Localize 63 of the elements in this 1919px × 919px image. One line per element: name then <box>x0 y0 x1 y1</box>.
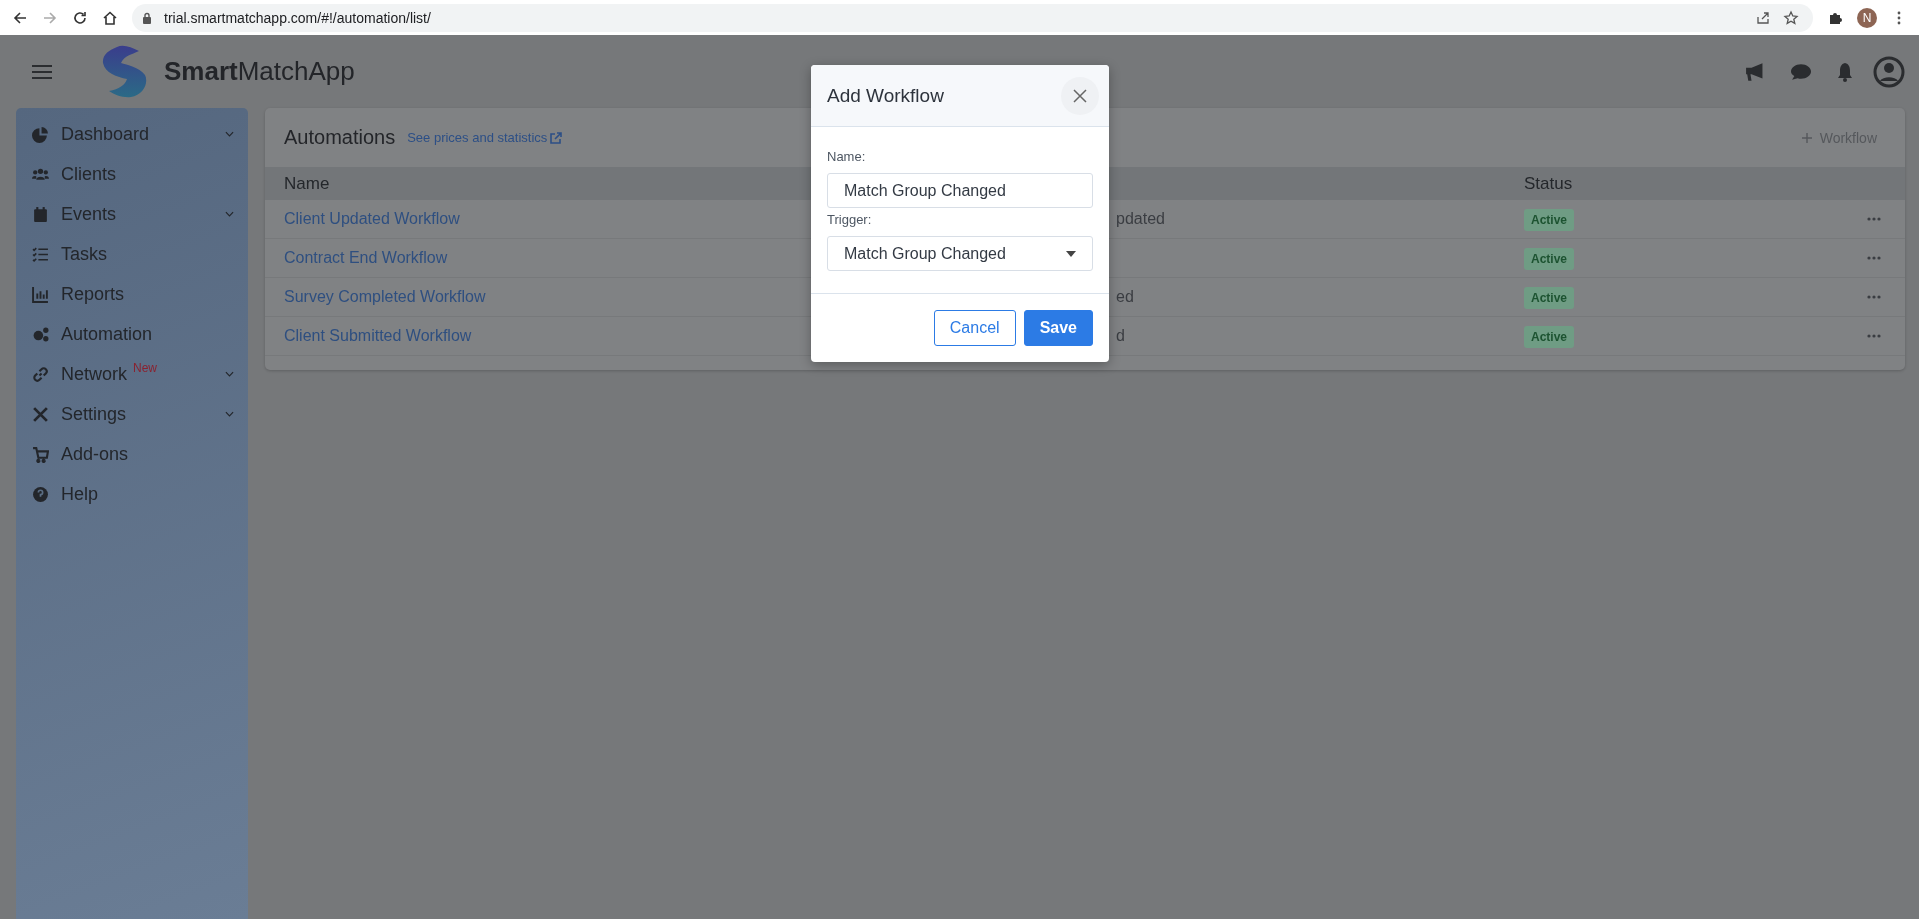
link-icon <box>32 365 49 383</box>
sidebar-item[interactable]: Dashboard <box>16 114 248 154</box>
more-icon[interactable] <box>1867 256 1881 260</box>
share-icon[interactable] <box>1755 9 1771 26</box>
workflow-link[interactable]: Client Submitted Workflow <box>284 327 472 344</box>
column-header: Status <box>1524 173 1573 193</box>
dialog-title: Add Workflow <box>827 84 944 107</box>
calendar-icon <box>32 205 49 223</box>
forward-icon[interactable] <box>42 9 58 26</box>
more-icon[interactable] <box>1867 295 1881 299</box>
field-label: Trigger: <box>827 212 873 227</box>
back-icon[interactable] <box>12 9 28 26</box>
checklist-icon <box>32 245 49 263</box>
address-bar[interactable]: trial.smartmatchapp.com/#!/automation/list/ <box>132 3 1813 32</box>
status-badge: Active <box>1524 209 1575 231</box>
sidebar-item[interactable]: Events <box>16 194 248 234</box>
bar-chart-icon <box>32 285 49 303</box>
url-text: trial.smartmatchapp.com/#!/automation/list/ <box>164 9 431 26</box>
sidebar-item[interactable]: Help <box>16 474 248 514</box>
star-icon[interactable] <box>1783 9 1799 26</box>
sidebar-item[interactable]: Clients <box>16 154 248 194</box>
sidebar-item[interactable]: Network $^{New}$ <box>16 354 248 394</box>
new-label: New <box>133 361 158 375</box>
sidebar-item[interactable]: Settings <box>16 394 248 434</box>
cart-icon <box>32 445 49 463</box>
app-name: SmartMatchApp <box>164 56 355 87</box>
external-link-icon <box>550 131 563 144</box>
help-icon <box>32 485 49 503</box>
more-icon[interactable] <box>1867 334 1881 338</box>
prices-link[interactable]: See prices and statistics <box>407 130 563 145</box>
table-cell: d <box>1116 327 1125 344</box>
profile-avatar[interactable]: N <box>1857 7 1877 28</box>
workflow-link[interactable]: Client Updated Workflow <box>284 210 460 227</box>
status-badge: Active <box>1524 287 1575 309</box>
status-badge: Active <box>1524 326 1575 348</box>
chat-icon[interactable] <box>1789 61 1813 82</box>
sidebar-item[interactable]: Add-ons <box>16 434 248 474</box>
close-button[interactable] <box>1061 76 1099 115</box>
trigger-select[interactable]: Match Group Changed <box>827 236 1093 271</box>
cancel-button[interactable]: Cancel <box>933 310 1016 346</box>
sidebar-item[interactable]: Tasks <box>16 234 248 274</box>
table-cell: pdated <box>1116 210 1165 227</box>
name-field[interactable]: Match Group Changed <box>827 173 1093 208</box>
caret-icon <box>1066 250 1076 257</box>
menu-icon[interactable] <box>32 64 52 79</box>
lock-icon <box>142 11 152 24</box>
more-icon[interactable] <box>1867 217 1881 221</box>
workflow-link[interactable]: Survey Completed Workflow <box>284 288 486 305</box>
field-label: Name: <box>827 149 867 164</box>
plus-icon <box>1801 132 1812 143</box>
card-title: Automations <box>284 126 396 149</box>
save-button[interactable]: Save <box>1023 310 1093 346</box>
table-cell: ed <box>1116 288 1134 305</box>
sidebar-item[interactable]: Automation <box>16 314 248 354</box>
close-icon <box>1073 88 1087 103</box>
workflow-link[interactable]: Contract End Workflow <box>284 249 448 266</box>
home-icon[interactable] <box>102 9 118 26</box>
pie-chart-icon <box>32 125 49 143</box>
sidebar-item[interactable]: Reports <box>16 274 248 314</box>
column-header: Name <box>284 173 330 193</box>
reload-icon[interactable] <box>72 9 88 26</box>
status-badge: Active <box>1524 248 1575 270</box>
user-avatar-icon[interactable] <box>1873 55 1905 88</box>
